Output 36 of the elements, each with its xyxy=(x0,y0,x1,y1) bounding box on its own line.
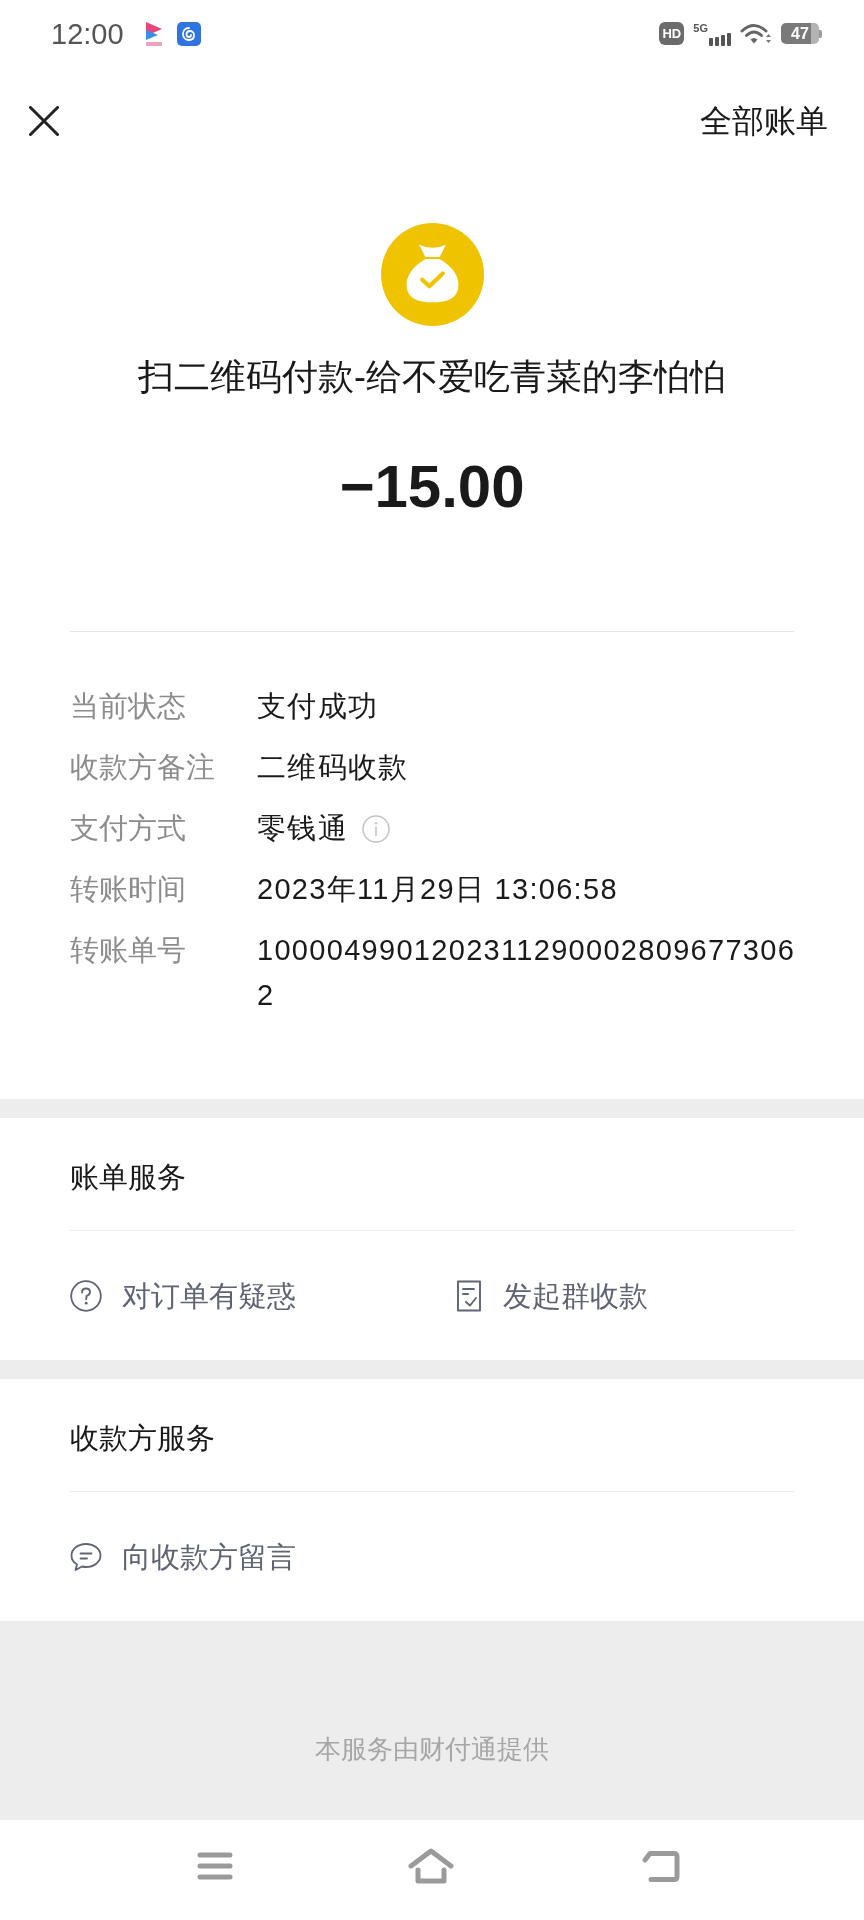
network-label: 5G xyxy=(693,21,708,34)
detail-value: 2023年11月29日 13:06:58 xyxy=(257,872,618,907)
section-heading: 收款方服务 xyxy=(70,1421,215,1456)
footer-note: 本服务由财付通提供 xyxy=(315,1733,549,1766)
detail-label: 支付方式 xyxy=(70,811,186,846)
all-bills-link[interactable]: 全部账单 xyxy=(700,101,828,141)
service-link[interactable]: 发起群收款 xyxy=(455,1275,648,1316)
question-icon xyxy=(70,1279,102,1312)
detail-value: 零钱通 xyxy=(257,811,348,846)
wifi-icon xyxy=(740,21,772,46)
amount-text: −15.00 xyxy=(339,452,525,522)
status-time: 12:00 xyxy=(51,16,124,51)
detail-label: 转账时间 xyxy=(70,872,186,907)
detail-label: 当前状态 xyxy=(70,689,186,724)
detail-label: 收款方备注 xyxy=(70,750,215,785)
menu-icon[interactable] xyxy=(197,1851,233,1881)
signal-icon xyxy=(709,32,731,46)
info-icon[interactable] xyxy=(361,814,390,843)
detail-label: 转账单号 xyxy=(70,933,186,968)
battery-indicator: 47 xyxy=(781,23,822,44)
document-check-icon xyxy=(455,1279,483,1312)
hd-indicator: HD xyxy=(659,22,685,45)
chat-bubble-icon xyxy=(70,1541,102,1572)
home-icon[interactable] xyxy=(408,1848,454,1884)
detail-value: 支付成功 xyxy=(257,689,379,724)
notification-app-icon xyxy=(176,21,201,46)
detail-value: 二维码收款 xyxy=(257,750,409,785)
money-bag-icon xyxy=(380,223,484,326)
close-icon[interactable] xyxy=(29,106,59,136)
back-icon[interactable] xyxy=(641,1849,681,1883)
section-heading: 账单服务 xyxy=(70,1160,186,1195)
service-link[interactable]: 对订单有疑惑 xyxy=(70,1275,296,1316)
transaction-title: 扫二维码付款-给不爱吃青菜的李怕怕 xyxy=(138,355,726,399)
notification-app-icon xyxy=(143,20,164,47)
detail-value: 10000499012023112900028096773062 xyxy=(257,933,797,1013)
service-link[interactable]: 向收款方留言 xyxy=(70,1536,296,1577)
